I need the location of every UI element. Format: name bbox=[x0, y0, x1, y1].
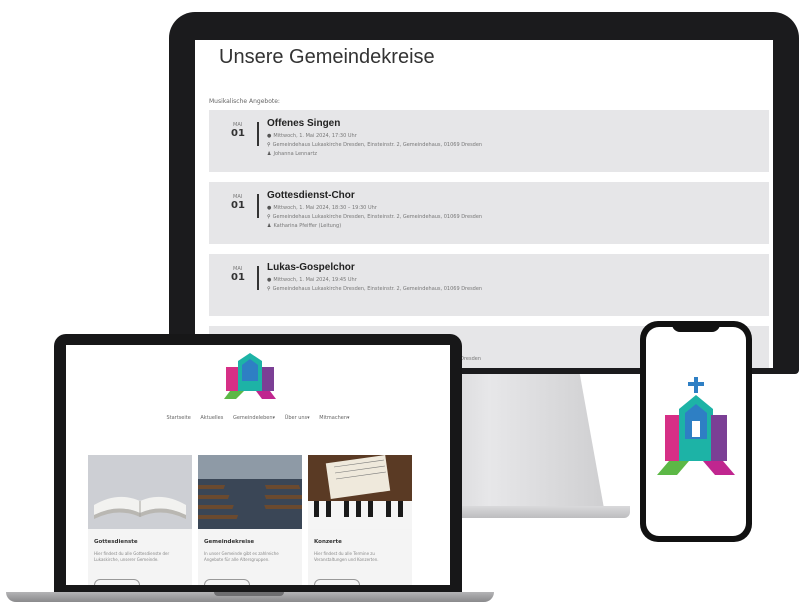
location-pin-icon: ⚲ bbox=[267, 214, 271, 220]
card-button[interactable] bbox=[204, 579, 250, 585]
nav-item-mitmachen[interactable]: Mitmachen▾ bbox=[319, 415, 349, 421]
event-location: ⚲ Gemeindehaus Lukaskirche Dresden, Einst… bbox=[267, 142, 483, 148]
page-title: Unsere Gemeindekreise bbox=[219, 46, 435, 68]
event-person: ♟ Johanna Lennartz bbox=[267, 151, 318, 157]
card-title: Konzerte bbox=[314, 539, 342, 545]
clock-icon: ● bbox=[267, 205, 272, 211]
clock-icon: ● bbox=[267, 133, 272, 139]
phone-screen bbox=[646, 327, 746, 536]
event-location: ⚲ Gemeindehaus Lukaskirche Dresden, Einst… bbox=[267, 214, 483, 220]
church-pews-image bbox=[198, 455, 302, 529]
sheet-music-piano-image bbox=[308, 455, 412, 529]
church-logo-icon[interactable] bbox=[222, 351, 278, 401]
card-text: Hier findest du alle Gottesdienste der L… bbox=[94, 551, 170, 562]
event-card[interactable]: MAI 01 Gottesdienst-Chor ● Mittwoch, 1. M… bbox=[209, 182, 769, 244]
event-person: ♟ Katharina Pfeiffer (Leitung) bbox=[267, 223, 342, 229]
event-day: 01 bbox=[231, 272, 245, 283]
event-datetime: ● Mittwoch, 1. Mai 2024, 19:45 Uhr bbox=[267, 277, 357, 283]
phone-notch bbox=[672, 322, 720, 332]
card-text: Hier findest du alle Termine zu Veransta… bbox=[314, 551, 379, 562]
event-day: 01 bbox=[231, 200, 245, 211]
event-title[interactable]: Offenes Singen bbox=[267, 118, 340, 129]
person-icon: ♟ bbox=[267, 223, 272, 229]
nav-item-startseite[interactable]: Startseite bbox=[166, 415, 190, 421]
event-divider bbox=[257, 194, 259, 218]
nav-item-ueber-uns[interactable]: Über uns▾ bbox=[285, 415, 310, 421]
event-card[interactable]: MAI 01 Offenes Singen ● Mittwoch, 1. Mai … bbox=[209, 110, 769, 172]
card-title: Gottesdienste bbox=[94, 539, 138, 545]
nav-item-aktuelles[interactable]: Aktuelles bbox=[200, 415, 223, 421]
content-card[interactable]: Gottesdienste Hier findest du alle Gotte… bbox=[88, 455, 192, 585]
laptop-notch bbox=[214, 592, 284, 596]
card-text: In unser Gemeinde gibt es zahlreiche Ang… bbox=[204, 551, 279, 562]
content-card[interactable]: Konzerte Hier findest du alle Termine zu… bbox=[308, 455, 412, 585]
location-pin-icon: ⚲ bbox=[267, 142, 271, 148]
event-datetime: ● Mittwoch, 1. Mai 2024, 18:30 – 19:30 Uh… bbox=[267, 205, 377, 211]
person-icon: ♟ bbox=[267, 151, 272, 157]
location-pin-icon: ⚲ bbox=[267, 286, 271, 292]
card-title: Gemeindekreise bbox=[204, 539, 255, 545]
desktop-screen: Unsere Gemeindekreise Musikalische Angeb… bbox=[195, 40, 773, 368]
section-label: Musikalische Angebote: bbox=[209, 98, 280, 105]
event-divider bbox=[257, 266, 259, 290]
content-card[interactable]: Gemeindekreise In unser Gemeinde gibt es… bbox=[198, 455, 302, 585]
church-logo-icon[interactable] bbox=[655, 377, 737, 477]
event-card[interactable]: MAI 01 Lukas-Gospelchor ● Mittwoch, 1. Ma… bbox=[209, 254, 769, 316]
event-title[interactable]: Lukas-Gospelchor bbox=[267, 262, 355, 273]
main-navigation: Startseite Aktuelles Gemeindeleben▾ Über… bbox=[66, 415, 450, 421]
event-day: 01 bbox=[231, 128, 245, 139]
event-datetime: ● Mittwoch, 1. Mai 2024, 17:30 Uhr bbox=[267, 133, 357, 139]
clock-icon: ● bbox=[267, 277, 272, 283]
nav-item-gemeindeleben[interactable]: Gemeindeleben▾ bbox=[233, 415, 275, 421]
event-location: ⚲ Gemeindehaus Lukaskirche Dresden, Einst… bbox=[267, 286, 483, 292]
event-divider bbox=[257, 122, 259, 146]
card-button[interactable] bbox=[314, 579, 360, 585]
laptop-screen: Startseite Aktuelles Gemeindeleben▾ Über… bbox=[66, 345, 450, 585]
open-bible-image bbox=[88, 455, 192, 529]
card-button[interactable] bbox=[94, 579, 140, 585]
event-title[interactable]: Gottesdienst-Chor bbox=[267, 190, 355, 201]
